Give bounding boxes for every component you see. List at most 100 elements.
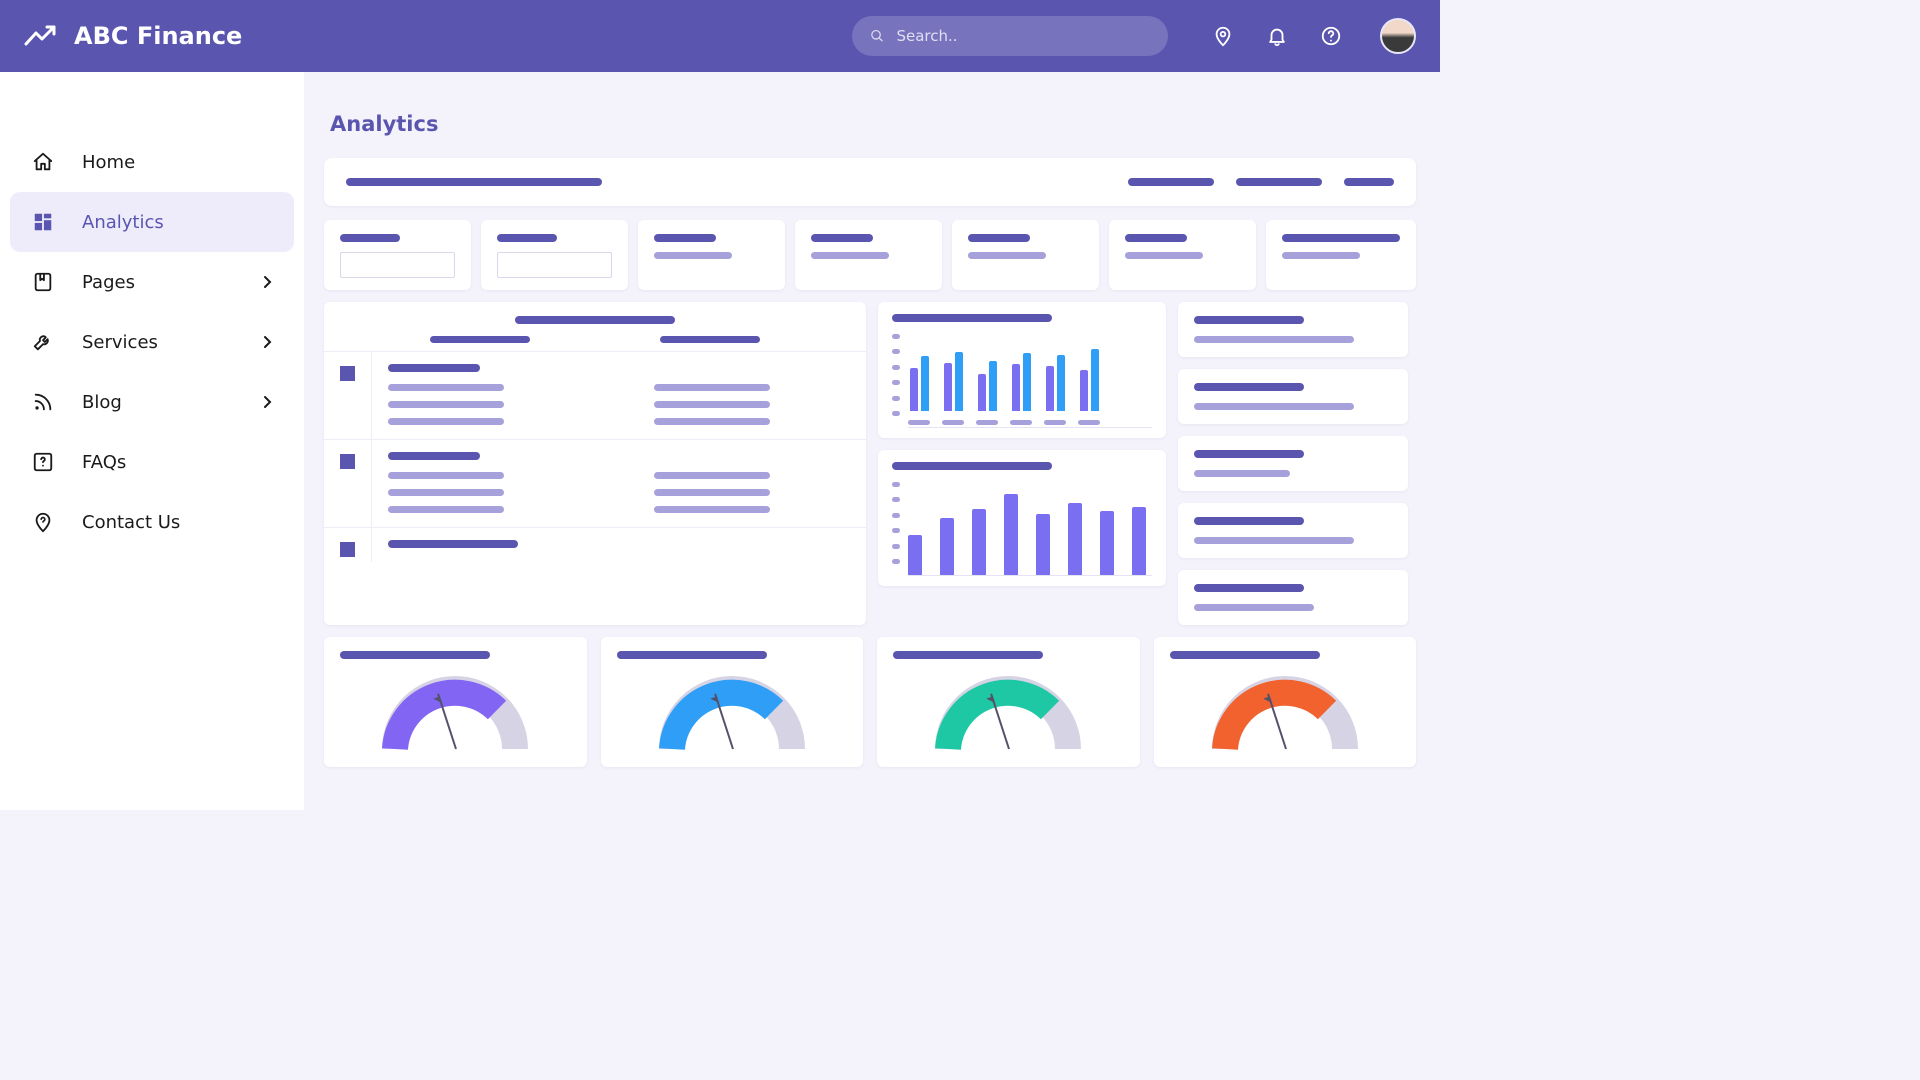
hero-link[interactable]	[1128, 178, 1214, 186]
table-card	[324, 302, 866, 625]
gauges-row	[324, 637, 1416, 767]
side-card[interactable]	[1178, 503, 1408, 558]
gauge-chart	[1205, 669, 1365, 749]
sidebar-item-analytics[interactable]: Analytics	[10, 192, 294, 252]
location-icon[interactable]	[1212, 25, 1234, 47]
gauge-chart	[928, 669, 1088, 749]
sc-text	[1194, 470, 1290, 477]
main: Analytics	[304, 72, 1440, 810]
sidebar-item-faqs[interactable]: FAQs	[10, 432, 294, 492]
charts-column	[878, 302, 1166, 625]
cell	[388, 401, 504, 408]
sidebar-item-label: FAQs	[82, 452, 126, 473]
gauge-chart	[375, 669, 535, 749]
hero-card	[324, 158, 1416, 206]
side-cards	[1178, 302, 1408, 625]
search-input[interactable]	[896, 27, 1150, 45]
top-actions	[1212, 18, 1416, 54]
stat-card	[638, 220, 785, 290]
hero-link[interactable]	[1344, 178, 1394, 186]
side-card[interactable]	[1178, 302, 1408, 357]
gauge-card	[324, 637, 587, 767]
chevron-right-icon	[262, 335, 272, 349]
sidebar-item-label: Analytics	[82, 212, 164, 233]
dashboard-icon	[32, 211, 54, 233]
avatar[interactable]	[1380, 18, 1416, 54]
sidebar-item-pages[interactable]: Pages	[10, 252, 294, 312]
sc-text	[1194, 604, 1314, 611]
sc-text	[1194, 537, 1354, 544]
sc-title	[1194, 383, 1304, 391]
stat-label	[1282, 234, 1400, 242]
search-icon	[870, 28, 884, 44]
stat-input[interactable]	[497, 252, 612, 278]
sidebar-item-label: Blog	[82, 392, 122, 413]
cell	[388, 418, 504, 425]
sidebar-item-services[interactable]: Services	[10, 312, 294, 372]
brand[interactable]: ABC Finance	[24, 22, 242, 50]
book-icon	[32, 271, 54, 293]
chevron-right-icon	[262, 275, 272, 289]
table-row[interactable]	[324, 439, 866, 527]
search-box[interactable]	[852, 16, 1168, 56]
stat-label	[340, 234, 400, 242]
chart-title	[892, 314, 1052, 322]
gauge-card	[877, 637, 1140, 767]
sc-title	[1194, 450, 1304, 458]
side-card[interactable]	[1178, 369, 1408, 424]
gauge-card	[1154, 637, 1417, 767]
side-card[interactable]	[1178, 436, 1408, 491]
cell	[388, 506, 504, 513]
col-header	[430, 336, 530, 343]
stat-card	[1109, 220, 1256, 290]
wrench-icon	[32, 331, 54, 353]
help-icon[interactable]	[1320, 25, 1342, 47]
mid-row	[324, 302, 1416, 625]
cell	[654, 401, 770, 408]
chart-title	[892, 462, 1052, 470]
sidebar-item-contact[interactable]: Contact Us	[10, 492, 294, 552]
stat-label	[968, 234, 1030, 242]
chart-card	[878, 302, 1166, 438]
gauge-title	[893, 651, 1043, 659]
table-header	[324, 302, 866, 351]
stat-value	[811, 252, 889, 259]
stat-card	[795, 220, 942, 290]
sidebar: Home Analytics Pages Services Blog FAQs …	[0, 72, 304, 810]
stat-card	[481, 220, 628, 290]
bell-icon[interactable]	[1266, 25, 1288, 47]
stat-value	[1125, 252, 1203, 259]
contact-icon	[32, 511, 54, 533]
table-row[interactable]	[324, 351, 866, 439]
row-marker	[324, 352, 372, 439]
cell	[388, 489, 504, 496]
chevron-right-icon	[262, 395, 272, 409]
row-title	[388, 452, 480, 460]
stat-value	[1282, 252, 1360, 259]
sidebar-item-blog[interactable]: Blog	[10, 372, 294, 432]
stat-card	[324, 220, 471, 290]
row-marker	[324, 528, 372, 562]
table-row[interactable]	[324, 527, 866, 562]
sidebar-item-label: Home	[82, 152, 135, 173]
stat-label	[811, 234, 873, 242]
sidebar-item-home[interactable]: Home	[10, 132, 294, 192]
stat-label	[1125, 234, 1187, 242]
hero-link[interactable]	[1236, 178, 1322, 186]
stat-card	[952, 220, 1099, 290]
cell	[654, 384, 770, 391]
stat-input[interactable]	[340, 252, 455, 278]
bar-chart	[908, 480, 1152, 576]
gauge-card	[601, 637, 864, 767]
sc-title	[1194, 517, 1304, 525]
app-title: ABC Finance	[74, 22, 242, 50]
trend-icon	[24, 24, 58, 48]
y-axis	[892, 480, 900, 566]
gauge-chart	[652, 669, 812, 749]
sidebar-item-label: Pages	[82, 272, 135, 293]
row-marker	[324, 440, 372, 527]
side-card[interactable]	[1178, 570, 1408, 625]
y-axis	[892, 332, 900, 418]
rss-icon	[32, 391, 54, 413]
gauge-title	[340, 651, 490, 659]
